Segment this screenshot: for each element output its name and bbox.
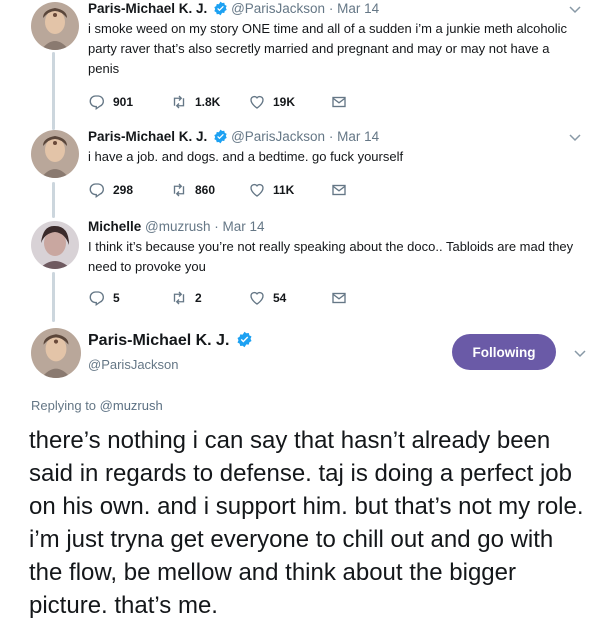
replying-handle[interactable]: @muzrush [100, 398, 163, 413]
main-author-handle[interactable]: @ParisJackson [88, 357, 179, 372]
dm-icon [332, 292, 346, 304]
reply-icon [89, 95, 104, 111]
reply-count: 5 [113, 291, 120, 305]
retweet-count: 2 [195, 291, 202, 305]
dm-button[interactable] [330, 92, 355, 112]
tweet-text: I think it’s because you’re not really s… [88, 239, 574, 274]
like-icon [250, 183, 264, 197]
reply-icon [89, 291, 104, 307]
tweet-actions: 5 2 54 [88, 288, 368, 308]
chevron-down-icon[interactable] [568, 2, 582, 16]
retweet-icon [173, 291, 185, 305]
retweet-icon [173, 183, 185, 197]
retweet-count: 1.8K [195, 95, 221, 109]
tweet-date[interactable]: Mar 14 [337, 129, 379, 144]
retweet-icon [173, 95, 185, 109]
avatar[interactable] [31, 2, 79, 50]
retweet-count: 860 [195, 183, 216, 197]
verified-icon [214, 1, 227, 16]
retweet-button[interactable]: 1.8K [170, 92, 220, 112]
reply-count: 901 [113, 95, 134, 109]
tweet[interactable]: Michelle @muzrush · Mar 14 I think it’s … [0, 218, 592, 316]
retweet-button[interactable]: 2 [170, 288, 202, 308]
tweet-text: i have a job. and dogs. and a bedtime. g… [88, 149, 404, 164]
tweet-date[interactable]: Mar 14 [337, 1, 379, 16]
author-handle[interactable]: @ParisJackson [231, 1, 325, 16]
like-button[interactable]: 11K [248, 180, 294, 200]
like-count: 11K [273, 183, 295, 197]
avatar[interactable] [31, 130, 79, 178]
author-name[interactable]: Michelle [88, 219, 141, 234]
tweet-text: i smoke weed on my story ONE time and al… [88, 21, 568, 76]
tweet-actions: 298 860 11K [88, 180, 368, 200]
reply-button[interactable]: 901 [88, 92, 133, 112]
author-handle[interactable]: @ParisJackson [231, 129, 325, 144]
author-name[interactable]: Paris-Michael K. J. [88, 129, 207, 144]
reply-button[interactable]: 298 [88, 180, 133, 200]
author-name[interactable]: Paris-Michael K. J. [88, 1, 207, 16]
following-button[interactable]: Following [452, 334, 556, 370]
tweet-date[interactable]: Mar 14 [223, 219, 265, 234]
like-count: 54 [273, 291, 287, 305]
reply-icon [89, 183, 104, 199]
replying-to: Replying to @muzrush [31, 398, 163, 413]
dm-button[interactable] [330, 288, 355, 308]
main-tweet-text: there’s nothing i can say that hasn’t al… [29, 427, 584, 619]
author-handle[interactable]: @muzrush [145, 219, 210, 234]
dm-button[interactable] [330, 180, 355, 200]
retweet-button[interactable]: 860 [170, 180, 215, 200]
like-button[interactable]: 19K [248, 92, 295, 112]
verified-icon [237, 331, 252, 348]
tweet[interactable]: Paris-Michael K. J. @ParisJackson · Mar … [0, 0, 592, 115]
avatar[interactable] [31, 221, 79, 269]
avatar[interactable] [31, 328, 81, 378]
chevron-down-icon[interactable] [573, 346, 587, 360]
like-count: 19K [273, 95, 296, 109]
replying-prefix: Replying to [31, 398, 97, 413]
main-author-name[interactable]: Paris-Michael K. J. [88, 332, 229, 349]
reply-count: 298 [113, 183, 134, 197]
tweet[interactable]: Paris-Michael K. J. @ParisJackson · Mar … [0, 128, 592, 206]
like-button[interactable]: 54 [248, 288, 286, 308]
like-icon [250, 291, 264, 305]
like-icon [250, 95, 264, 109]
reply-button[interactable]: 5 [88, 288, 120, 308]
tweet-actions: 901 1.8K 19K [88, 92, 368, 112]
chevron-down-icon[interactable] [568, 130, 582, 144]
verified-icon [214, 129, 227, 144]
dm-icon [332, 184, 346, 196]
dm-icon [332, 96, 346, 108]
